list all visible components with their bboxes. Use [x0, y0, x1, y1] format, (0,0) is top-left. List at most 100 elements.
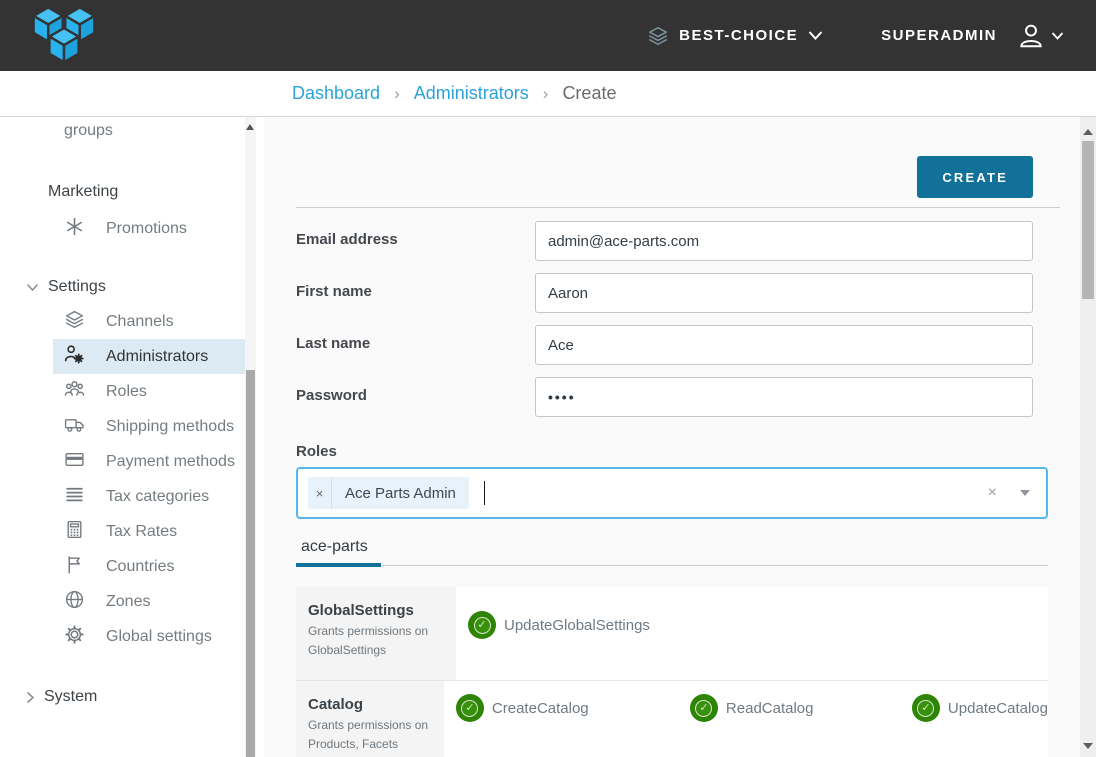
- sidebar-item-label: Administrators: [106, 348, 208, 365]
- breadcrumb-administrators[interactable]: Administrators: [414, 83, 529, 104]
- breadcrumb-separator: ›: [543, 84, 549, 104]
- tab-ace-parts[interactable]: ace-parts: [296, 538, 381, 567]
- select-controls: ×: [988, 484, 1036, 502]
- globe-icon: [64, 589, 85, 610]
- sidebar-section-settings[interactable]: Settings: [0, 278, 245, 296]
- permission-toggle-checked[interactable]: ✓: [690, 694, 718, 722]
- sidebar-item-payment-methods[interactable]: Payment methods: [53, 444, 245, 479]
- permission-group-cell: Catalog Grants permissions on Products, …: [296, 681, 444, 757]
- sidebar-item-channels[interactable]: Channels: [53, 304, 245, 339]
- chip-remove-icon[interactable]: ×: [308, 477, 332, 509]
- permission-toggles-cell: ✓ UpdateGlobalSettings: [456, 587, 1048, 680]
- sidebar-item-label: Tax Rates: [106, 523, 177, 540]
- last-name-field[interactable]: [535, 325, 1033, 365]
- users-icon: [64, 379, 85, 400]
- user-icon: [1017, 22, 1045, 50]
- permission-toggle-checked[interactable]: ✓: [468, 611, 496, 639]
- permission-item: ✓ UpdateGlobalSettings: [468, 611, 702, 639]
- check-icon: ✓: [695, 700, 712, 717]
- form-row-password: Password: [296, 377, 1048, 417]
- vendure-logo-icon: [26, 5, 102, 67]
- sidebar-item-label: Global settings: [106, 628, 212, 645]
- breadcrumb-separator: ›: [394, 84, 400, 104]
- permission-toggle-checked[interactable]: ✓: [912, 694, 940, 722]
- sidebar-item-shipping-methods[interactable]: Shipping methods: [53, 409, 245, 444]
- email-label: Email address: [296, 221, 535, 261]
- sidebar-section-marketing: Marketing: [0, 183, 245, 201]
- first-name-field[interactable]: [535, 273, 1033, 313]
- permission-group-cell: GlobalSettings Grants permissions on Glo…: [296, 587, 456, 680]
- chevron-down-icon: [1051, 31, 1064, 41]
- last-name-label: Last name: [296, 325, 535, 365]
- main-scrollbar[interactable]: [1080, 117, 1096, 757]
- sidebar-nav: groups Marketing Promotions Settings: [0, 117, 264, 757]
- sidebar-item-global-settings[interactable]: Global settings: [53, 619, 245, 654]
- breadcrumb-create: Create: [562, 83, 616, 104]
- sidebar-item-administrators[interactable]: Administrators: [53, 339, 245, 374]
- permission-toggle-checked[interactable]: ✓: [456, 694, 484, 722]
- sidebar-item-tax-rates[interactable]: Tax Rates: [53, 514, 245, 549]
- roles-select[interactable]: × Ace Parts Admin ×: [296, 467, 1048, 519]
- sidebar-scrollbar-thumb[interactable]: [246, 370, 255, 757]
- text-cursor: [484, 481, 485, 505]
- create-button[interactable]: CREATE: [917, 156, 1033, 198]
- form-row-email: Email address: [296, 221, 1048, 261]
- sidebar-section-system[interactable]: System: [0, 688, 245, 706]
- scroll-up-arrow-icon[interactable]: [1083, 129, 1093, 135]
- permission-label: CreateCatalog: [492, 700, 589, 717]
- roles-label: Roles: [296, 443, 1048, 460]
- check-icon: ✓: [917, 700, 934, 717]
- sidebar-item-label: Tax categories: [106, 488, 209, 505]
- sidebar-item-roles[interactable]: Roles: [53, 374, 245, 409]
- permission-toggles-cell: ✓ CreateCatalog ✓ ReadCatalog ✓: [444, 681, 1048, 757]
- layers-icon: [647, 25, 669, 47]
- calculator-icon: [64, 519, 85, 540]
- permission-label: UpdateGlobalSettings: [504, 617, 650, 634]
- sidebar-item-label: Shipping methods: [106, 418, 234, 435]
- password-label: Password: [296, 377, 535, 417]
- top-bar: BEST-CHOICE SUPERADMIN: [0, 0, 1096, 71]
- form-row-last-name: Last name: [296, 325, 1048, 365]
- administrator-form: Email address First name Last name Passw…: [296, 221, 1048, 757]
- scroll-down-arrow-icon[interactable]: [1083, 743, 1093, 749]
- permissions-table: GlobalSettings Grants permissions on Glo…: [296, 587, 1048, 757]
- sidebar-item-label: Zones: [106, 593, 150, 610]
- channel-name: BEST-CHOICE: [679, 27, 798, 44]
- layers-icon: [64, 309, 85, 330]
- flag-icon: [64, 554, 85, 575]
- topbar-right: BEST-CHOICE SUPERADMIN: [647, 22, 1096, 50]
- breadcrumb-dashboard[interactable]: Dashboard: [292, 83, 380, 104]
- form-row-first-name: First name: [296, 273, 1048, 313]
- user-gear-icon: [64, 344, 85, 365]
- channel-tabs: ace-parts: [296, 534, 1048, 566]
- sidebar-item-label: Countries: [106, 558, 174, 575]
- sidebar-item-label: Payment methods: [106, 453, 235, 470]
- sidebar-item-promotions[interactable]: Promotions: [53, 211, 245, 246]
- credit-card-icon: [64, 449, 85, 470]
- breadcrumb-bar: Dashboard › Administrators › Create: [0, 71, 1096, 117]
- check-icon: ✓: [461, 700, 478, 717]
- sidebar-item-countries[interactable]: Countries: [53, 549, 245, 584]
- permission-group-title: GlobalSettings: [308, 602, 444, 619]
- user-menu[interactable]: [1017, 22, 1064, 50]
- permission-group-title: Catalog: [308, 696, 432, 713]
- sidebar-item-label: Channels: [106, 313, 174, 330]
- table-row-globalsettings: GlobalSettings Grants permissions on Glo…: [296, 587, 1048, 680]
- sidebar-item-zones[interactable]: Zones: [53, 584, 245, 619]
- chevron-down-icon: [26, 283, 39, 292]
- sidebar-scrollbar[interactable]: [245, 117, 256, 757]
- chevron-right-icon: [26, 691, 35, 704]
- sidebar-item-tax-categories[interactable]: Tax categories: [53, 479, 245, 514]
- permission-group-description: Grants permissions on GlobalSettings: [308, 622, 444, 660]
- dropdown-arrow-icon[interactable]: [1020, 490, 1030, 496]
- channel-switcher[interactable]: BEST-CHOICE: [647, 25, 823, 47]
- gear-icon: [64, 624, 85, 645]
- permission-item: ✓ ReadCatalog: [690, 694, 912, 722]
- sidebar-item-customer-groups-clipped[interactable]: groups: [0, 117, 245, 142]
- main-scrollbar-thumb[interactable]: [1082, 141, 1094, 299]
- clear-icon[interactable]: ×: [988, 484, 997, 502]
- email-field[interactable]: [535, 221, 1033, 261]
- current-user-label: SUPERADMIN: [881, 27, 997, 44]
- scroll-up-arrow-icon[interactable]: [246, 124, 254, 130]
- password-field[interactable]: [535, 377, 1033, 417]
